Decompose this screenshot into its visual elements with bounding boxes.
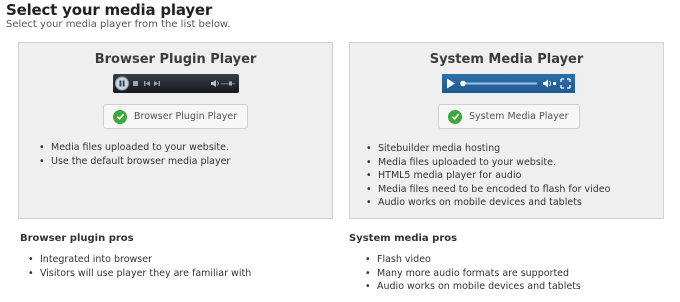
- system-media-title: System Media Player: [429, 52, 584, 67]
- browser-plugin-title: Browser Plugin Player: [94, 52, 257, 67]
- system-media-pros-heading: System media pros: [349, 233, 458, 244]
- list-item: Use the default browser media player: [39, 155, 230, 169]
- play-icon: [447, 78, 455, 89]
- browser-plugin-panel[interactable]: Browser Plugin Player Browser Plugin Pla…: [18, 42, 333, 219]
- list-item: HTML5 media player for audio: [366, 169, 610, 183]
- system-media-pros-list: Flash video Many more audio formats are …: [365, 253, 581, 294]
- browser-plugin-pros-list: Integrated into browser Visitors will us…: [28, 253, 251, 280]
- volume-icon: [211, 80, 219, 87]
- system-media-features: Sitebuilder media hosting Media files up…: [366, 142, 610, 210]
- list-item: Visitors will use player they are famili…: [28, 267, 251, 281]
- browser-plugin-pros-heading: Browser plugin pros: [20, 233, 134, 244]
- browser-plugin-features: Media files uploaded to your website. Us…: [39, 141, 230, 168]
- list-item: Audio works on mobile devices and tablet…: [365, 280, 581, 294]
- list-item: Many more audio formats are supported: [365, 267, 581, 281]
- list-item: Integrated into browser: [28, 253, 251, 267]
- select-browser-plugin-label: Browser Plugin Player: [134, 111, 238, 122]
- system-media-player-preview: [442, 74, 575, 93]
- list-item: Media files need to be encoded to flash …: [366, 183, 610, 197]
- list-item: Media files uploaded to your website.: [39, 141, 230, 155]
- list-item: Audio works on mobile devices and tablet…: [366, 196, 610, 210]
- fullscreen-icon: [560, 78, 571, 89]
- system-media-panel[interactable]: System Media Player System Media Player …: [349, 42, 664, 219]
- select-system-media-label: System Media Player: [469, 111, 569, 122]
- check-icon: [113, 109, 127, 124]
- check-icon: [448, 109, 462, 124]
- stop-icon: [133, 81, 138, 86]
- select-browser-plugin-button[interactable]: Browser Plugin Player: [103, 104, 248, 129]
- previous-icon: [144, 81, 150, 86]
- select-system-media-button[interactable]: System Media Player: [438, 104, 580, 129]
- list-item: Media files uploaded to your website.: [366, 156, 610, 170]
- page-title: Select your media player: [6, 1, 213, 19]
- volume-icon: [543, 79, 551, 88]
- list-item: Flash video: [365, 253, 581, 267]
- pause-icon: [115, 76, 129, 91]
- next-icon: [154, 81, 160, 86]
- list-item: Sitebuilder media hosting: [366, 142, 610, 156]
- browser-plugin-player-preview: [113, 74, 239, 93]
- page-subtitle: Select your media player from the list b…: [6, 19, 231, 30]
